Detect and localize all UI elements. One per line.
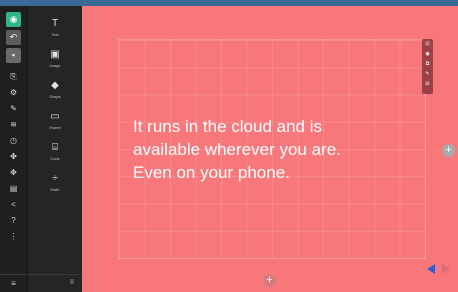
tool-shape[interactable]: ◆ Shape [28,80,82,100]
undo-icon[interactable]: ↶ [6,30,21,45]
share-icon[interactable]: < [6,197,21,212]
slide-background-icon[interactable]: ◉ [422,49,433,59]
headline-line: available wherever you are. [133,140,341,159]
tool-code[interactable]: ⌸ Code [28,142,82,162]
menu-icon[interactable]: ≡ [0,274,27,292]
tool-label: Text [51,32,59,37]
delete-slide-icon[interactable]: ⊟ [422,79,433,89]
next-slide-arrow-icon[interactable] [442,264,450,274]
slides-icon[interactable]: ⎘ [6,69,21,84]
tool-label: Math [50,187,60,192]
panel-footer: II [28,274,82,292]
tool-iframe[interactable]: ▭ Iframe [28,111,82,131]
tool-label: Iframe [49,125,61,130]
slide-canvas[interactable]: It runs in the cloud and is available wh… [82,6,458,292]
edit-icon[interactable]: ✎ [6,101,21,116]
save-icon[interactable]: ▪ [6,48,21,63]
tool-label: Image [49,63,61,68]
theme-icon[interactable]: ✤ [6,149,21,164]
left-icon-rail: ◉ ↶ ▪ ⎘ ⚙ ✎ ≋ ◷ ✤ ✥ ▤ < ? ⋮ ≡ [0,6,27,292]
export-icon[interactable]: ▤ [6,181,21,196]
add-slide-right-button[interactable]: + [442,144,455,157]
duplicate-slide-icon[interactable]: ⧉ [422,59,433,69]
math-icon: ÷ [52,173,58,184]
slide-options-toolbar: ⊡ ◉ ⧉ ✎ ⊟ [422,39,433,94]
transition-icon[interactable]: ✥ [6,165,21,180]
add-slide-below-button[interactable]: + [263,274,276,287]
text-icon: T [51,18,59,29]
prev-slide-arrow-icon[interactable] [427,264,435,274]
tool-text[interactable]: T Text [28,18,82,38]
headline-line: Even on your phone. [133,163,290,182]
collapse-panel-icon[interactable]: II [70,279,74,286]
edit-slide-icon[interactable]: ✎ [422,69,433,79]
tool-label: Shape [49,94,61,99]
layers-icon[interactable]: ≋ [6,117,21,132]
headline-line: It runs in the cloud and is [133,117,323,136]
tools-panel: T Text ▣ Image ◆ Shape ▭ Iframe ⌸ Code ÷… [27,6,82,292]
tool-label: Code [50,156,60,161]
image-icon: ▣ [50,49,60,60]
history-icon[interactable]: ◷ [6,133,21,148]
eye-icon[interactable]: ◉ [6,12,21,27]
slide-settings-icon[interactable]: ⊡ [422,39,433,49]
editor-app: ◉ ↶ ▪ ⎘ ⚙ ✎ ≋ ◷ ✤ ✥ ▤ < ? ⋮ ≡ T Text ▣ I… [0,0,458,292]
tool-math[interactable]: ÷ Math [28,173,82,193]
help-icon[interactable]: ? [6,213,21,228]
slide-text-block[interactable]: It runs in the cloud and is available wh… [133,115,413,184]
shape-icon: ◆ [51,80,59,91]
more-icon[interactable]: ⋮ [6,229,21,244]
settings-icon[interactable]: ⚙ [6,85,21,100]
tool-image[interactable]: ▣ Image [28,49,82,69]
code-icon: ⌸ [52,142,58,153]
iframe-icon: ▭ [50,111,60,122]
